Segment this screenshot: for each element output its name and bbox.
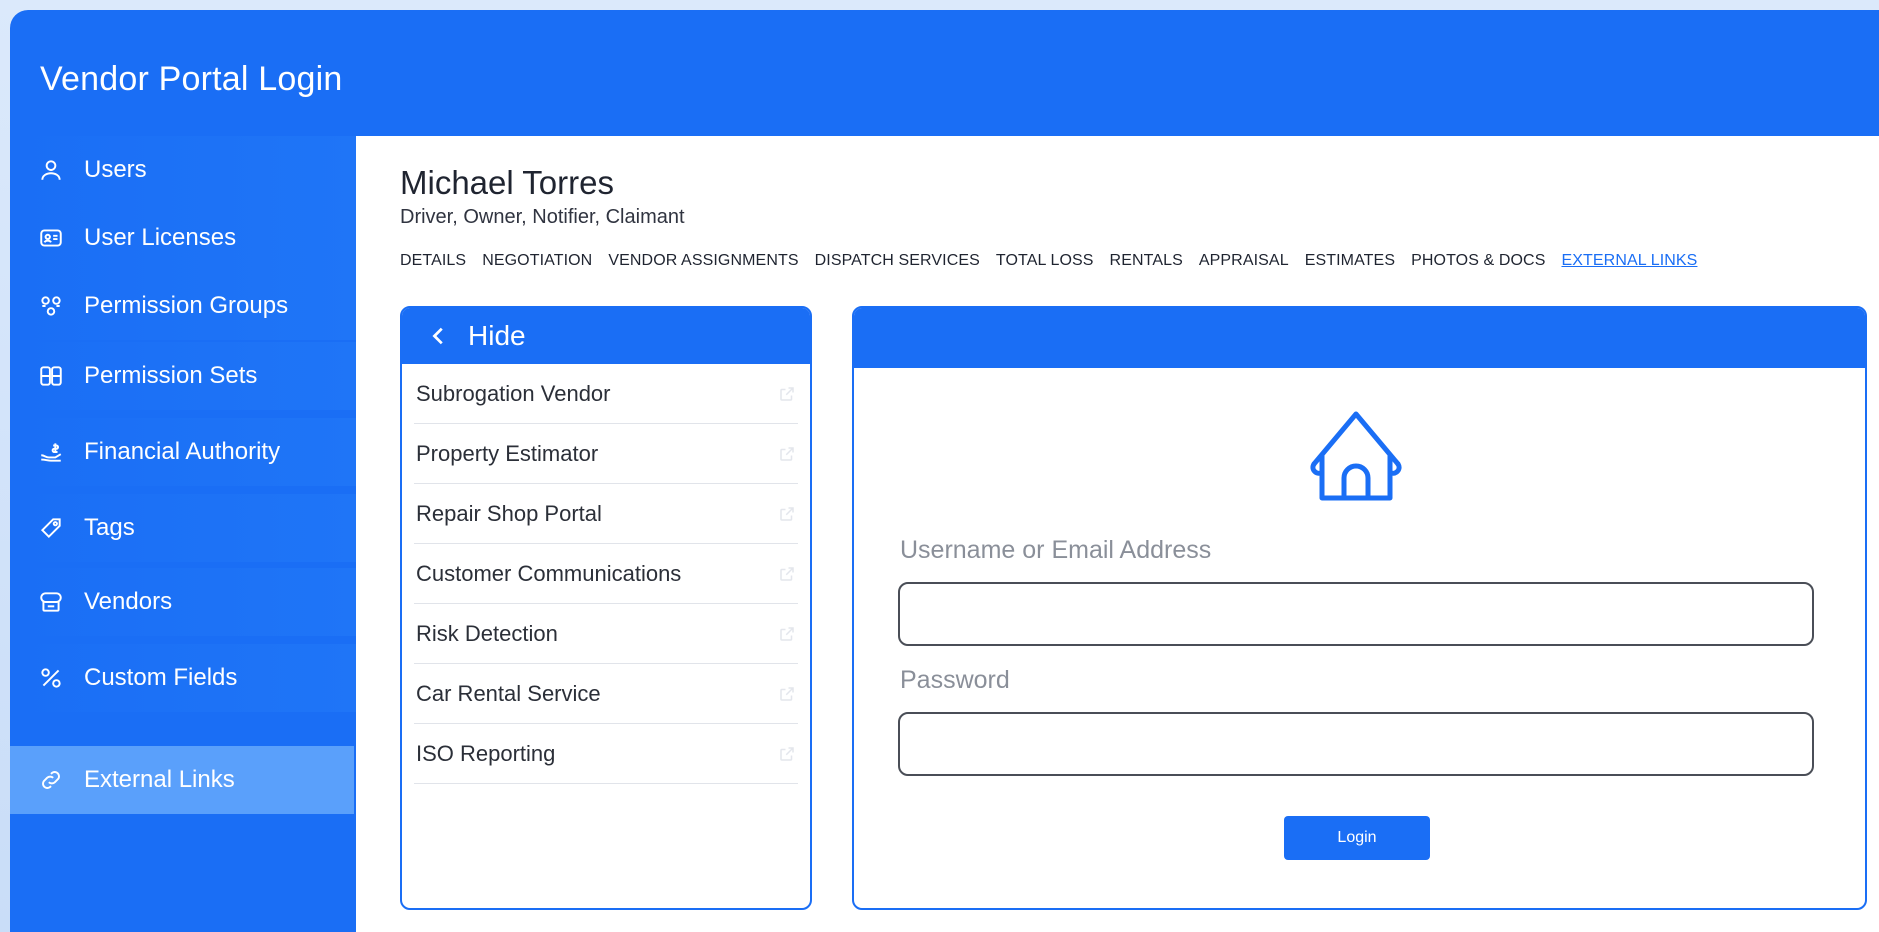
sidebar: Users User Licenses Permission Groups Pe… [10, 136, 356, 932]
app-window: Vendor Portal Login Users User Licenses … [10, 10, 1879, 932]
sidebar-item-permission-sets[interactable]: Permission Sets [10, 342, 356, 410]
hide-panel-button[interactable]: Hide [402, 308, 810, 364]
sidebar-item-permission-groups[interactable]: Permission Groups [10, 272, 356, 340]
vendor-icon [38, 589, 64, 615]
external-link-label: Subrogation Vendor [416, 380, 611, 406]
vendor-login-panel: Username or Email Address Password Login [852, 306, 1867, 910]
sidebar-item-label: Tags [84, 514, 135, 541]
main-content: Michael Torres Driver, Owner, Notifier, … [356, 136, 1879, 932]
tab-negotiation[interactable]: NEGOTIATION [482, 252, 592, 270]
external-link-item[interactable]: Subrogation Vendor [414, 364, 798, 424]
tab-total-loss[interactable]: TOTAL LOSS [996, 252, 1094, 270]
tab-estimates[interactable]: ESTIMATES [1305, 252, 1395, 270]
percent-icon [38, 665, 64, 691]
external-link-icon [780, 626, 794, 641]
external-link-label: Risk Detection [416, 620, 558, 646]
login-button[interactable]: Login [1284, 816, 1430, 860]
sidebar-item-label: Permission Groups [84, 292, 289, 319]
password-label: Password [900, 666, 1010, 694]
external-link-item[interactable]: Car Rental Service [414, 664, 798, 724]
tab-photos-docs[interactable]: PHOTOS & DOCS [1411, 252, 1545, 270]
external-link-item[interactable]: Property Estimator [414, 424, 798, 484]
sidebar-item-label: Custom Fields [84, 664, 238, 691]
external-link-item[interactable]: ISO Reporting [414, 724, 798, 784]
external-link-label: Property Estimator [416, 440, 599, 466]
sidebar-item-label: External Links [84, 766, 235, 793]
external-link-item[interactable]: Customer Communications [414, 544, 798, 604]
sidebar-item-label: Vendors [84, 588, 173, 615]
external-link-icon [780, 446, 794, 461]
link-icon [38, 767, 64, 793]
sidebar-item-vendors[interactable]: Vendors [10, 568, 356, 636]
home-icon [1310, 411, 1402, 501]
external-link-item[interactable]: Repair Shop Portal [414, 484, 798, 544]
external-link-label: Car Rental Service [416, 680, 601, 706]
sidebar-item-users[interactable]: Users [10, 136, 356, 204]
external-link-label: Customer Communications [416, 560, 682, 586]
sidebar-item-label: Financial Authority [84, 438, 281, 465]
hand-dollar-icon [38, 439, 64, 465]
external-links-panel: Hide Subrogation Vendor Property Estimat… [400, 306, 812, 910]
tab-external-links[interactable]: EXTERNAL LINKS [1561, 252, 1697, 270]
grid-icon [38, 363, 64, 389]
external-link-icon [780, 686, 794, 701]
password-input[interactable] [898, 712, 1814, 776]
group-icon [38, 293, 64, 319]
sidebar-item-tags[interactable]: Tags [10, 494, 356, 562]
external-link-label: Repair Shop Portal [416, 500, 602, 526]
username-input[interactable] [898, 582, 1814, 646]
sidebar-item-label: Permission Sets [84, 362, 258, 389]
id-card-icon [38, 225, 64, 251]
tab-dispatch-services[interactable]: DISPATCH SERVICES [815, 252, 980, 270]
sidebar-item-custom-fields[interactable]: Custom Fields [10, 644, 356, 712]
sidebar-item-external-links[interactable]: External Links [10, 746, 354, 814]
external-link-item[interactable]: Risk Detection [414, 604, 798, 664]
chevron-left-icon [432, 327, 443, 345]
person-name: Michael Torres [400, 164, 614, 201]
tab-appraisal[interactable]: APPRAISAL [1199, 252, 1289, 270]
external-link-label: ISO Reporting [416, 740, 556, 766]
external-link-icon [780, 746, 794, 761]
person-roles: Driver, Owner, Notifier, Claimant [400, 206, 685, 228]
tab-details[interactable]: DETAILS [400, 252, 466, 270]
tab-vendor-assignments[interactable]: VENDOR ASSIGNMENTS [608, 252, 798, 270]
tag-icon [38, 515, 64, 541]
tab-rentals[interactable]: RENTALS [1110, 252, 1183, 270]
sidebar-item-label: Users [84, 156, 147, 183]
username-label: Username or Email Address [900, 536, 1212, 564]
sidebar-item-financial-authority[interactable]: Financial Authority [10, 418, 356, 486]
login-panel-header [854, 308, 1865, 368]
sidebar-item-label: User Licenses [84, 224, 237, 251]
app-title: Vendor Portal Login [40, 60, 343, 98]
external-link-icon [780, 506, 794, 521]
user-icon [38, 157, 64, 183]
app-header: Vendor Portal Login [10, 10, 1879, 136]
external-link-icon [780, 386, 794, 401]
external-link-icon [780, 566, 794, 581]
sidebar-item-user-licenses[interactable]: User Licenses [10, 204, 356, 272]
tab-bar: DETAILS NEGOTIATION VENDOR ASSIGNMENTS D… [400, 252, 1713, 270]
hide-label: Hide [468, 320, 526, 351]
